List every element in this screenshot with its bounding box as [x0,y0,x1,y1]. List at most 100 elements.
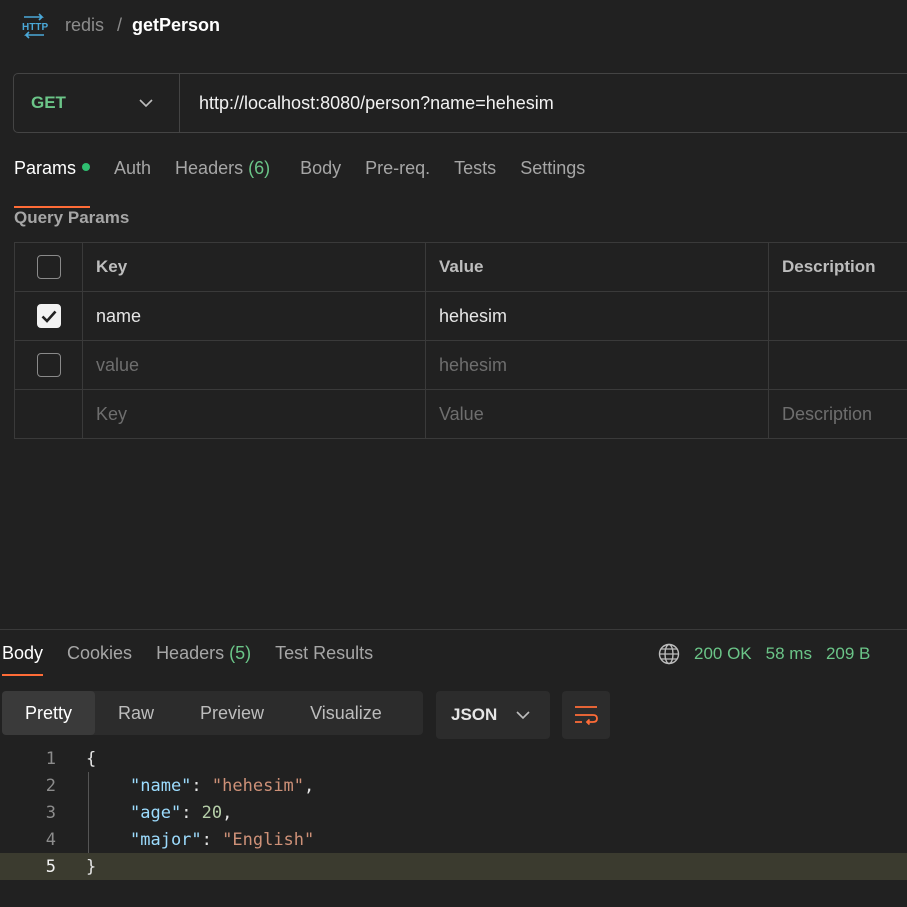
indent-guide [88,772,89,853]
response-time[interactable]: 58 ms [766,644,812,664]
code-text: "name": "hehesim", [56,776,314,796]
line-number: 2 [45,775,56,796]
table-header-row: Key Value Description [14,243,907,292]
checkmark-icon [41,310,56,323]
http-icon: HTTP [20,13,48,39]
tab-params-label: Params [14,158,77,178]
tab-tests[interactable]: Tests [454,158,496,194]
json-colon: : [181,802,202,823]
tab-settings[interactable]: Settings [520,158,585,194]
view-pretty[interactable]: Pretty [2,691,96,735]
tab-headers[interactable]: Headers (6) [175,158,270,194]
view-raw[interactable]: Raw [95,691,177,735]
line-number: 5 [45,856,56,877]
response-tab-body[interactable]: Body [2,643,44,676]
method-select[interactable]: GET [14,74,180,132]
view-preview[interactable]: Preview [177,691,287,735]
column-key: Key [83,243,426,291]
chevron-down-icon [139,98,153,107]
param-value-cell[interactable]: hehesim [426,292,769,340]
response-tab-cookies[interactable]: Cookies [67,643,132,664]
chevron-down-icon [516,710,530,719]
new-description-input[interactable]: Description [769,390,907,438]
json-number-value: 20 [201,802,223,823]
line-number: 3 [45,802,56,823]
tab-params[interactable]: Params [14,158,91,208]
table-row: value hehesim [14,341,907,390]
json-key: "major" [130,829,202,850]
param-key-cell[interactable]: name [83,292,426,340]
response-tab-test-results-label: Test Results [275,643,374,663]
select-all-checkbox[interactable] [36,255,61,279]
tab-pre-request-label: Pre-req. [365,158,431,178]
response-tab-headers[interactable]: Headers (5) [156,643,251,664]
tab-auth[interactable]: Auth [114,158,151,194]
tab-pre-request[interactable]: Pre-req. [365,158,430,194]
tab-auth-label: Auth [114,158,152,178]
response-tab-test-results[interactable]: Test Results [275,643,373,664]
breadcrumb-separator: / [117,15,123,35]
response-size[interactable]: 209 B [826,644,870,664]
json-string-value: "English" [222,829,315,850]
wrap-lines-button[interactable] [562,691,610,739]
url-input[interactable]: http://localhost:8080/person?name=hehesi… [180,93,554,114]
code-text: "major": "English" [56,830,314,850]
json-key: "name" [130,775,192,796]
param-checkbox-checked[interactable] [36,304,61,328]
query-params-title: Query Params [14,208,130,227]
json-comma: , [304,775,315,796]
column-description: Description [782,257,876,276]
json-string-value: "hehesim" [211,775,305,796]
response-tab-cookies-label: Cookies [67,643,133,663]
view-visualize[interactable]: Visualize [287,691,405,735]
query-params-table: Key Value Description name hehesim value… [14,242,907,439]
response-headers-count: (5) [229,643,252,663]
code-line: 4 "major": "English" [0,826,907,853]
param-description-cell[interactable] [769,341,907,389]
new-value-input[interactable]: Value [426,390,769,438]
param-description-cell[interactable] [769,292,907,340]
line-number: 4 [45,829,56,850]
code-line: 1 { [0,745,907,772]
code-line: 3 "age": 20, [0,799,907,826]
tab-tests-label: Tests [454,158,497,178]
request-title[interactable]: getPerson [132,15,220,36]
headers-count: (6) [248,158,271,178]
breadcrumb-collection[interactable]: redis [65,15,104,36]
json-comma: , [222,802,233,823]
param-value-cell[interactable]: hehesim [426,341,769,389]
response-tab-body-label: Body [2,643,44,663]
format-select[interactable]: JSON [436,691,550,739]
method-label: GET [31,93,66,112]
param-key-cell[interactable]: value [83,341,426,389]
table-row-new: Key Value Description [14,390,907,439]
response-tab-headers-label: Headers [156,643,225,663]
request-tabs: Params Auth Headers (6) Body Pre-req. Te… [14,158,609,208]
new-key-input[interactable]: Key [83,390,426,438]
json-key: "age" [130,802,182,823]
status-code[interactable]: 200 OK [694,644,752,664]
params-active-dot [82,163,91,172]
view-mode-segmented: Pretty Raw Preview Visualize [2,691,423,735]
tab-settings-label: Settings [520,158,586,178]
wrap-lines-icon [575,706,598,726]
format-label: JSON [451,705,498,724]
tab-body-label: Body [300,158,342,178]
svg-text:HTTP: HTTP [22,22,48,33]
code-text: } [86,856,97,877]
tab-headers-label: Headers [175,158,244,178]
json-colon: : [201,829,223,850]
pane-divider[interactable] [0,629,907,630]
globe-icon[interactable] [658,643,680,665]
code-text: "age": 20, [56,803,232,823]
response-body-editor[interactable]: 1 { 2 "name": "hehesim", 3 "age": 20, 4 … [0,745,907,880]
code-line-current: 5 } [0,853,907,880]
param-checkbox[interactable] [36,353,61,377]
tab-body[interactable]: Body [300,158,341,194]
column-value: Value [426,243,769,291]
response-tabs: Body Cookies Headers (5) Test Results [2,643,397,676]
code-text: { [86,748,97,769]
url-bar: GET http://localhost:8080/person?name=he… [13,73,907,133]
response-status-bar: 200 OK 58 ms 209 B [658,643,870,665]
json-colon: : [191,775,212,796]
